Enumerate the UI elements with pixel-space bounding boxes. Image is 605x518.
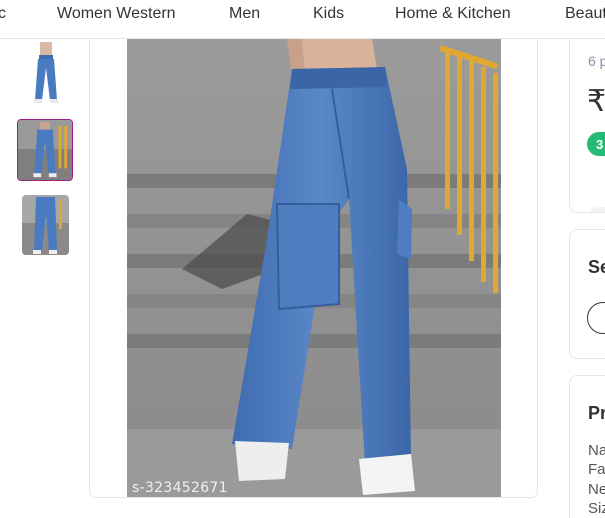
detail-line-fabric: Fa: [588, 461, 605, 478]
size-panel-title: Se: [588, 257, 605, 277]
rating-badge: 3: [587, 132, 605, 156]
nav-item-home-kitchen[interactable]: Home & Kitchen: [395, 5, 511, 23]
details-panel-title: Pr: [588, 403, 605, 423]
product-count-text: 6 p: [588, 53, 605, 69]
top-nav: c Women Western Men Kids Home & Kitchen …: [0, 0, 605, 39]
nav-item-beauty[interactable]: Beaut: [565, 5, 605, 23]
size-panel: Se: [569, 229, 605, 359]
detail-line-net: Ne: [588, 481, 605, 498]
product-details-panel: Pr Na Fa Ne Siz: [569, 375, 605, 518]
nav-item-partial[interactable]: c: [0, 5, 6, 23]
thumbnail-image-selected[interactable]: [17, 119, 73, 181]
detail-line-size: Siz: [588, 500, 605, 517]
thumbnail-image[interactable]: [22, 195, 69, 255]
product-image[interactable]: [127, 39, 501, 497]
free-delivery-chip: [587, 207, 605, 212]
detail-line-name: Na: [588, 442, 605, 459]
image-watermark: s-323452671: [132, 480, 228, 496]
price-text: ₹: [587, 85, 605, 118]
price-panel: 6 p ₹ 3 Fr: [569, 39, 605, 213]
thumbnail-image[interactable]: [17, 42, 73, 104]
main-image-card: s-323452671: [89, 39, 538, 498]
size-option-button[interactable]: [587, 302, 605, 334]
nav-item-women-western[interactable]: Women Western: [57, 5, 176, 23]
nav-item-men[interactable]: Men: [229, 5, 260, 23]
nav-item-kids[interactable]: Kids: [313, 5, 344, 23]
